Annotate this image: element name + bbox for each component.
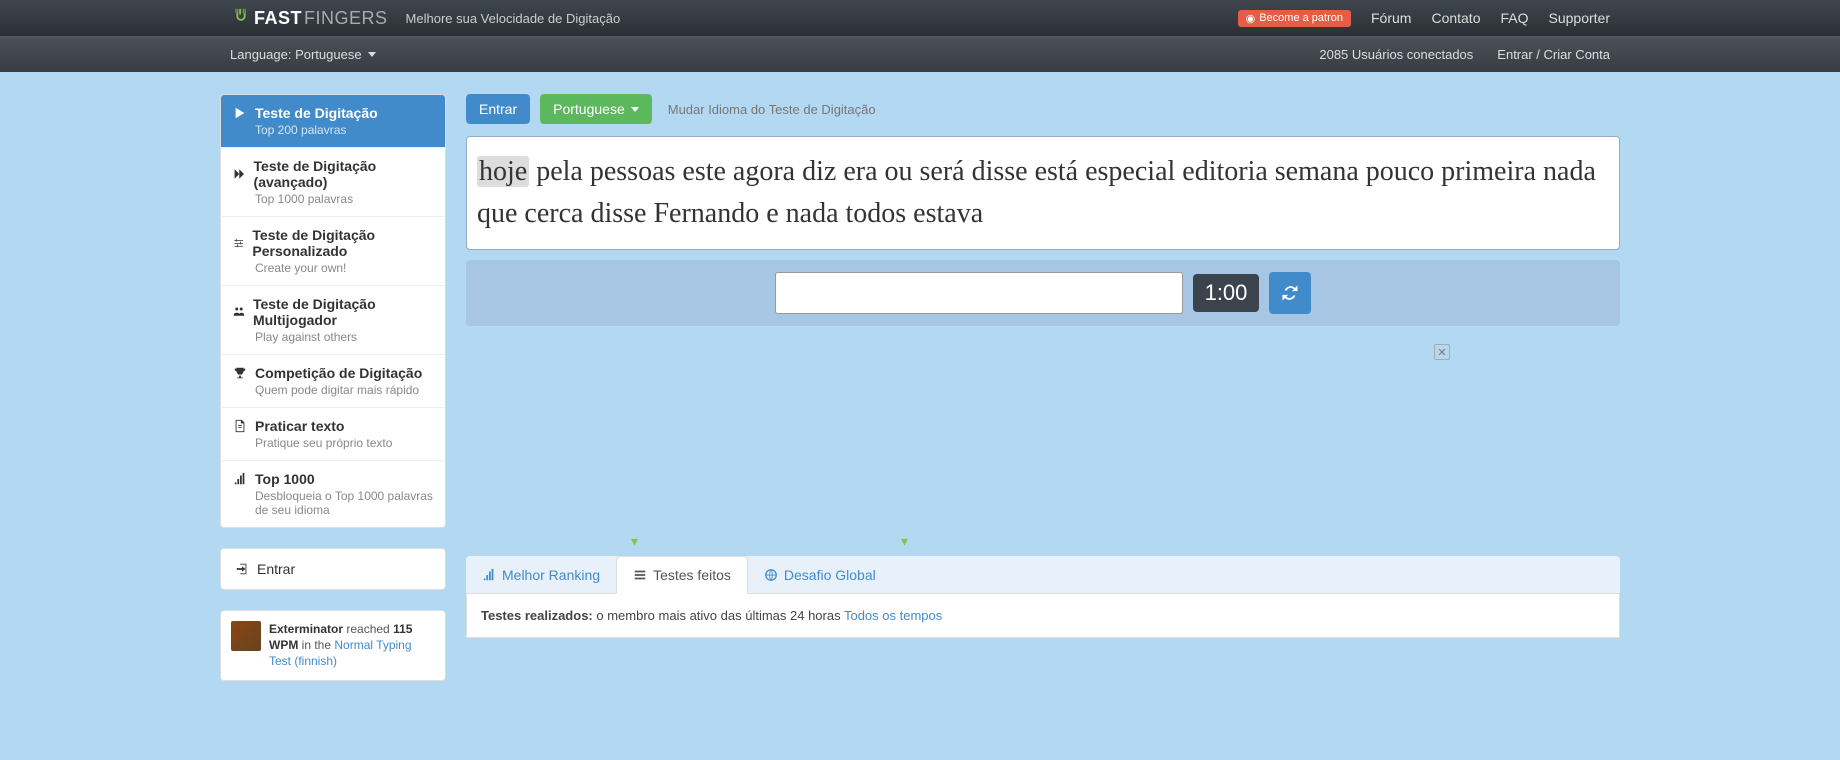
all-time-link[interactable]: Todos os tempos (844, 608, 942, 623)
logo-text-thin: FINGERS (304, 8, 388, 29)
result-tabs: Melhor Ranking Testes feitos Desafio Glo… (466, 556, 1620, 594)
top-nav: ◉ Become a patron Fórum Contato FAQ Supp… (1238, 10, 1610, 27)
tab-best-ranking[interactable]: Melhor Ranking (466, 556, 616, 593)
play-icon (233, 106, 247, 120)
achievement-user: Exterminator (269, 622, 343, 636)
input-bar: 1:00 (466, 260, 1620, 326)
sidebar-item-label: Teste de Digitação (avançado) (254, 158, 433, 190)
tagline: Melhore sua Velocidade de Digitação (406, 11, 621, 26)
sidebar-item-label: Teste de Digitação Multijogador (253, 296, 433, 328)
become-patron-button[interactable]: ◉ Become a patron (1238, 10, 1351, 27)
logo-icon (230, 7, 252, 29)
sidebar-item-label: Praticar texto (255, 418, 344, 434)
file-icon (233, 419, 247, 433)
sidebar-item-practice[interactable]: Praticar texto Pratique seu próprio text… (221, 407, 445, 460)
restart-button[interactable] (1269, 272, 1311, 314)
avatar (231, 621, 261, 651)
panel-label: Testes realizados: (481, 608, 593, 623)
tab-label: Desafio Global (784, 567, 876, 583)
sidebar-item-label: Teste de Digitação Personalizado (252, 227, 433, 259)
main-content: Entrar Portuguese Mudar Idioma do Teste … (466, 94, 1620, 681)
ad-marker-icon: ▾ (631, 533, 638, 550)
tab-label: Melhor Ranking (502, 567, 600, 583)
test-language-dropdown[interactable]: Portuguese (540, 94, 652, 124)
tab-label: Testes feitos (653, 567, 731, 583)
tab-global-challenge[interactable]: Desafio Global (748, 556, 892, 593)
nav-contato[interactable]: Contato (1431, 10, 1480, 26)
sidebar-item-sub: Create your own! (255, 261, 433, 275)
login-icon (235, 561, 249, 577)
achievement-text: Exterminator reached 115 WPM in the Norm… (269, 621, 435, 670)
topbar: FASTFINGERS Melhore sua Velocidade de Di… (0, 0, 1840, 36)
ad-close-button[interactable]: ✕ (1434, 344, 1450, 360)
sidebar-item-top1000[interactable]: Top 1000 Desbloqueia o Top 1000 palavras… (221, 460, 445, 527)
globe-icon (764, 568, 778, 582)
sidebar-item-sub: Pratique seu próprio texto (255, 436, 433, 450)
patreon-icon: ◉ (1246, 12, 1256, 25)
sidebar-item-sub: Play against others (255, 330, 433, 344)
patron-label: Become a patron (1259, 12, 1343, 24)
bars-icon (482, 568, 496, 582)
sidebar-item-sub: Quem pode digitar mais rápido (255, 383, 433, 397)
chevron-down-icon (368, 52, 376, 57)
users-icon (233, 305, 245, 319)
subbar: Language: Portuguese 2085 Usuários conec… (0, 36, 1840, 72)
logo-block[interactable]: FASTFINGERS Melhore sua Velocidade de Di… (230, 7, 620, 29)
chevron-down-icon (631, 107, 639, 112)
achievement-card: Exterminator reached 115 WPM in the Norm… (220, 610, 446, 681)
tab-tests-taken[interactable]: Testes feitos (616, 556, 748, 594)
logo-text-bold: FAST (254, 8, 302, 29)
ad-space: ✕ ▾ ▾ (466, 326, 1620, 556)
ad-marker-icon: ▾ (901, 533, 908, 550)
word-box: hoje pela pessoas este agora diz era ou … (466, 136, 1620, 250)
sidebar-item-custom-test[interactable]: Teste de Digitação Personalizado Create … (221, 216, 445, 285)
words-display: hoje pela pessoas este agora diz era ou … (477, 151, 1609, 235)
site-language-selector[interactable]: Language: Portuguese (230, 47, 376, 62)
list-icon (633, 568, 647, 582)
sidebar-item-competition[interactable]: Competição de Digitação Quem pode digita… (221, 354, 445, 407)
timer: 1:00 (1193, 274, 1260, 312)
language-label: Language: Portuguese (230, 47, 362, 62)
sidebar-menu: Teste de Digitação Top 200 palavras Test… (220, 94, 446, 528)
upcoming-words: pela pessoas este agora diz era ou será … (477, 156, 1596, 229)
test-language-label: Portuguese (553, 101, 625, 117)
sidebar-item-typing-test[interactable]: Teste de Digitação Top 200 palavras (221, 95, 445, 147)
nav-faq[interactable]: FAQ (1501, 10, 1529, 26)
login-signup-link[interactable]: Entrar / Criar Conta (1497, 47, 1610, 62)
nav-supporter[interactable]: Supporter (1549, 10, 1610, 26)
sidebar-login-button[interactable]: Entrar (220, 548, 446, 590)
sidebar-item-typing-advanced[interactable]: Teste de Digitação (avançado) Top 1000 p… (221, 147, 445, 216)
sidebar: Teste de Digitação Top 200 palavras Test… (220, 94, 446, 681)
panel-text: o membro mais ativo das últimas 24 horas (593, 608, 844, 623)
sidebar-item-label: Top 1000 (255, 471, 315, 487)
language-hint: Mudar Idioma do Teste de Digitação (668, 102, 876, 117)
bars-icon (233, 472, 247, 486)
action-row: Entrar Portuguese Mudar Idioma do Teste … (466, 94, 1620, 124)
refresh-icon (1280, 283, 1300, 303)
login-button[interactable]: Entrar (466, 94, 530, 124)
forward-icon (233, 167, 246, 181)
sidebar-item-sub: Top 200 palavras (255, 123, 433, 137)
sidebar-item-sub: Desbloqueia o Top 1000 palavras de seu i… (255, 489, 433, 517)
sliders-icon (233, 236, 244, 250)
sidebar-item-sub: Top 1000 palavras (255, 192, 433, 206)
sidebar-login-label: Entrar (257, 561, 295, 577)
typing-input[interactable] (775, 272, 1183, 314)
current-word: hoje (477, 156, 529, 187)
trophy-icon (233, 366, 247, 380)
sidebar-item-multiplayer[interactable]: Teste de Digitação Multijogador Play aga… (221, 285, 445, 354)
tab-panel: Testes realizados: o membro mais ativo d… (466, 594, 1620, 638)
nav-forum[interactable]: Fórum (1371, 10, 1411, 26)
users-online: 2085 Usuários conectados (1319, 47, 1473, 62)
sidebar-item-label: Competição de Digitação (255, 365, 422, 381)
sidebar-item-label: Teste de Digitação (255, 105, 378, 121)
